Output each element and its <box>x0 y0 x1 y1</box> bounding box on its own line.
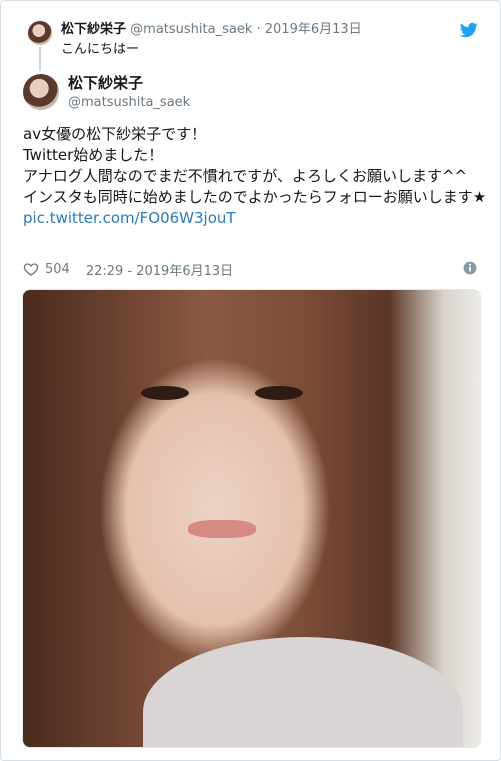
parent-display-name[interactable]: 松下紗栄子 <box>61 22 126 37</box>
tweet-line-with-link: インスタも同時に始めましたのでよかったらフォローお願いします★ pic.twit… <box>23 187 488 229</box>
parent-handle[interactable]: @matsushita_saek <box>130 22 252 37</box>
tweet-text: av女優の松下紗栄子です！ Twitter始めました！ アナログ人間なのでまだ不… <box>23 124 488 229</box>
like-count[interactable]: 504 <box>45 262 70 277</box>
tweet-photo[interactable] <box>22 289 481 748</box>
info-icon[interactable] <box>463 261 477 275</box>
heart-icon[interactable] <box>23 261 39 277</box>
media-link[interactable]: pic.twitter.com/FO06W3jouT <box>23 209 236 227</box>
parent-tweet-header: 松下紗栄子 @matsushita_saek · 2019年6月13日 <box>61 21 362 39</box>
tweet-line: av女優の松下紗栄子です！ <box>23 125 207 143</box>
tweet-line: Twitter始めました！ <box>23 146 164 164</box>
embedded-tweet-card: 松下紗栄子 @matsushita_saek · 2019年6月13日 こんにち… <box>0 0 501 761</box>
thread-connector-line <box>39 47 41 71</box>
tweet-line: アナログ人間なのでまだ不慣れですが、よろしくお願いします^^ <box>23 167 468 185</box>
author-avatar[interactable] <box>23 74 59 110</box>
parent-avatar[interactable] <box>28 21 52 45</box>
tweet-stats: 504 22:29 - 2019年6月13日 <box>23 259 483 279</box>
parent-tweet-text: こんにちはー <box>61 42 140 57</box>
photo-detail <box>143 637 463 747</box>
parent-date[interactable]: 2019年6月13日 <box>265 22 362 37</box>
photo-detail <box>188 520 256 538</box>
photo-detail <box>255 386 303 400</box>
twitter-bird-icon[interactable] <box>460 21 478 39</box>
tweet-line: インスタも同時に始めましたのでよかったらフォローお願いします★ <box>23 188 491 206</box>
tweet-timestamp[interactable]: 22:29 - 2019年6月13日 <box>86 260 233 279</box>
parent-separator: · <box>256 22 261 37</box>
author-display-name[interactable]: 松下紗栄子 <box>68 74 143 92</box>
photo-detail <box>141 386 189 400</box>
author-handle[interactable]: @matsushita_saek <box>68 94 190 112</box>
